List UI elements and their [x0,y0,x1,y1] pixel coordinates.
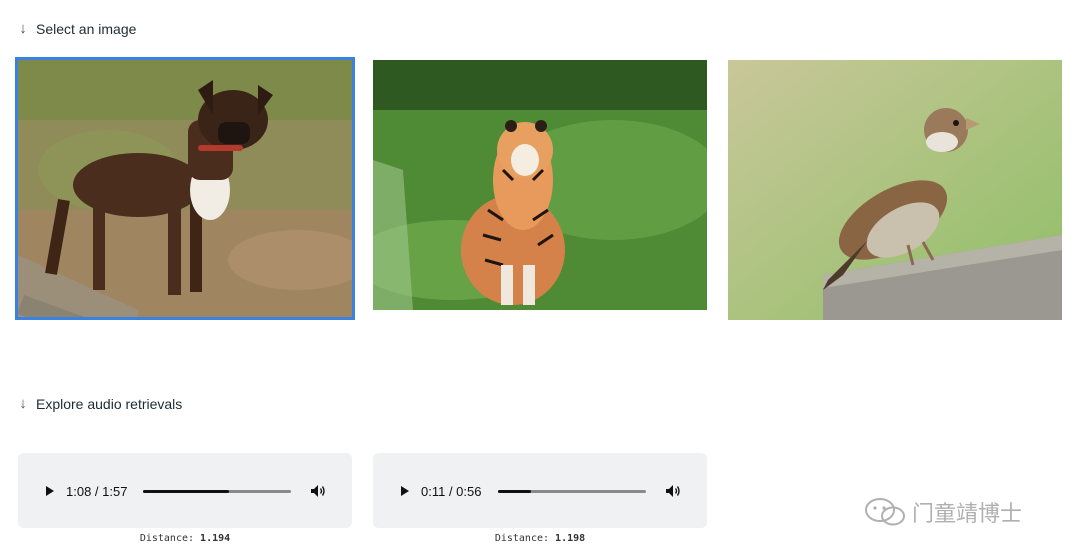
explore-audio-heading: ↓ Explore audio retrievals [16,395,182,412]
tiger-photo [373,60,707,310]
audio-player-2: 0:11 / 0:56 [373,453,707,528]
distance-label: Distance: [494,533,550,544]
play-icon[interactable] [401,486,409,496]
explore-audio-label: Explore audio retrievals [36,395,183,412]
distance-value: 1.194 [200,533,231,544]
player-controls: 0:11 / 0:56 [401,483,482,499]
watermark: 门童靖博士 [864,496,1022,528]
volume-icon[interactable] [665,484,681,498]
arrow-down-icon: ↓ [19,395,27,412]
distance-label: Distance: [139,533,195,544]
sparrow-photo [728,60,1062,320]
progress-slider[interactable] [143,490,291,493]
image-option-sparrow[interactable] [728,60,1062,320]
playback-time: 1:08 / 1:57 [66,483,128,499]
progress-fill [143,490,229,493]
wechat-icon [865,498,905,526]
watermark-text: 门童靖博士 [912,502,1023,527]
image-option-tiger[interactable] [373,60,707,310]
progress-slider[interactable] [498,490,646,493]
arrow-down-icon: ↓ [19,20,27,37]
audio-player-1: 1:08 / 1:57 [18,453,352,528]
select-image-heading: ↓ Select an image [16,20,136,37]
distance-readout-2: Distance: 1.198 [373,533,707,544]
volume-icon[interactable] [310,484,326,498]
play-icon[interactable] [46,486,54,496]
select-image-label: Select an image [36,20,137,37]
progress-fill [498,490,531,493]
distance-value: 1.198 [555,533,586,544]
playback-time: 0:11 / 0:56 [421,483,482,499]
player-controls: 1:08 / 1:57 [46,483,128,499]
distance-readout-1: Distance: 1.194 [18,533,352,544]
dog-photo [18,60,352,317]
image-option-dog[interactable] [15,57,355,320]
